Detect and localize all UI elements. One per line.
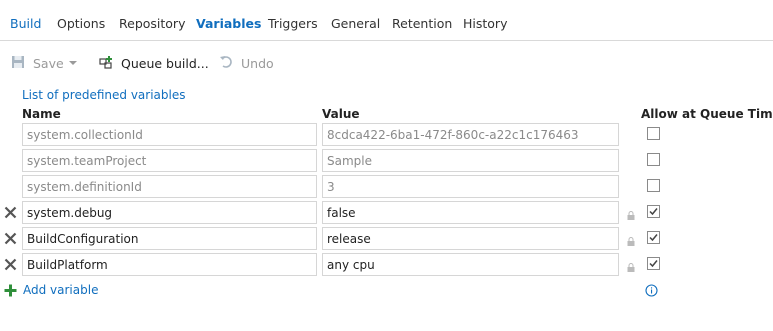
tab-bar: Build Options Repository Variables Trigg…	[0, 0, 773, 41]
variable-value-field[interactable]	[322, 175, 619, 198]
variable-value-field[interactable]	[322, 227, 619, 250]
variable-row	[0, 123, 773, 147]
save-icon	[11, 55, 27, 71]
predefined-variables-link[interactable]: List of predefined variables	[22, 88, 185, 102]
tab-options[interactable]: Options	[57, 16, 105, 31]
tab-general[interactable]: General	[331, 16, 380, 31]
tab-retention[interactable]: Retention	[392, 16, 452, 31]
variable-name-field[interactable]	[22, 201, 317, 224]
queue-build-button[interactable]: Queue build...	[99, 55, 209, 71]
column-header-allow-at-queue-time: Allow at Queue Time	[641, 107, 773, 121]
variable-value-field[interactable]	[322, 123, 619, 146]
tab-repository[interactable]: Repository	[119, 16, 185, 31]
remove-variable-icon[interactable]	[4, 232, 17, 245]
allow-queue-time-checkbox[interactable]	[647, 127, 660, 140]
lock-icon[interactable]	[627, 235, 635, 246]
undo-icon	[219, 55, 235, 71]
remove-variable-icon[interactable]	[4, 206, 17, 219]
variable-value-field[interactable]	[322, 149, 619, 172]
plus-icon	[4, 284, 17, 297]
column-header-value: Value	[322, 107, 360, 121]
tab-build[interactable]: Build	[10, 16, 41, 31]
add-variable-button[interactable]: Add variable	[4, 283, 98, 297]
lock-icon[interactable]	[627, 209, 635, 220]
info-icon[interactable]	[645, 284, 658, 297]
remove-variable-icon[interactable]	[4, 258, 17, 271]
tab-history[interactable]: History	[463, 16, 507, 31]
variable-name-field[interactable]	[22, 149, 317, 172]
lock-icon[interactable]	[627, 261, 635, 272]
variable-row	[0, 149, 773, 173]
allow-queue-time-checkbox[interactable]	[647, 231, 660, 244]
column-header-name: Name	[22, 107, 61, 121]
save-button[interactable]: Save	[11, 55, 77, 71]
queue-build-label: Queue build...	[121, 55, 209, 71]
save-label: Save	[33, 55, 64, 71]
variable-value-field[interactable]	[322, 201, 619, 224]
variable-name-field[interactable]	[22, 175, 317, 198]
variable-name-field[interactable]	[22, 253, 317, 276]
variable-value-field[interactable]	[322, 253, 619, 276]
allow-queue-time-checkbox[interactable]	[647, 257, 660, 270]
variable-row	[0, 253, 773, 277]
chevron-down-icon[interactable]	[68, 61, 77, 65]
variable-row	[0, 227, 773, 251]
undo-label: Undo	[241, 55, 274, 71]
queue-build-icon	[99, 55, 115, 71]
add-variable-label: Add variable	[23, 283, 99, 297]
variable-name-field[interactable]	[22, 123, 317, 146]
tab-triggers[interactable]: Triggers	[268, 16, 318, 31]
allow-queue-time-checkbox[interactable]	[647, 179, 660, 192]
variable-row	[0, 175, 773, 199]
allow-queue-time-checkbox[interactable]	[647, 205, 660, 218]
allow-queue-time-checkbox[interactable]	[647, 153, 660, 166]
variable-name-field[interactable]	[22, 227, 317, 250]
undo-button[interactable]: Undo	[219, 55, 274, 71]
tab-variables[interactable]: Variables	[196, 16, 261, 31]
variable-row	[0, 201, 773, 225]
